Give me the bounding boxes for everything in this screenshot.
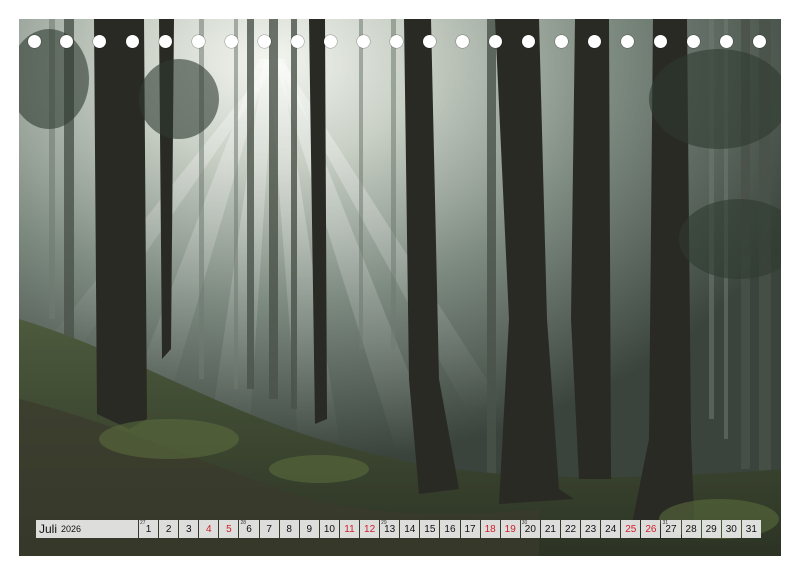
binding-hole xyxy=(455,35,469,48)
calendar-day: 29 13 xyxy=(380,520,400,538)
week-number: 28 xyxy=(240,520,247,526)
binding-hole xyxy=(93,35,107,48)
calendar-day: 14 xyxy=(400,520,420,538)
calendar-day: 4 xyxy=(199,520,219,538)
binding-hole xyxy=(60,35,74,48)
day-number: 12 xyxy=(364,523,376,535)
week-number: 27 xyxy=(140,520,146,526)
calendar-day: 29 xyxy=(701,520,721,538)
day-number: 16 xyxy=(444,523,456,535)
day-number: 5 xyxy=(226,523,232,535)
month-name: Juli xyxy=(39,522,58,536)
calendar-day: 22 xyxy=(560,520,581,538)
calendar-day: 28 6 xyxy=(239,520,259,538)
binding-hole xyxy=(620,35,634,48)
day-number: 29 xyxy=(705,523,717,535)
day-number: 11 xyxy=(344,523,355,535)
day-number: 31 xyxy=(745,523,757,535)
calendar-day: 15 xyxy=(420,520,440,538)
day-number: 6 xyxy=(246,523,252,535)
forest-photo xyxy=(19,19,781,556)
day-number: 23 xyxy=(585,523,597,535)
day-number: 30 xyxy=(725,523,737,535)
day-number: 28 xyxy=(685,523,697,535)
calendar-day: 7 xyxy=(259,520,279,538)
calendar-day: 9 xyxy=(299,520,319,538)
calendar-day: 23 xyxy=(581,520,601,538)
calendar-day: 24 xyxy=(601,520,621,538)
day-number: 26 xyxy=(645,523,657,535)
binding-hole xyxy=(159,35,173,48)
day-number: 25 xyxy=(625,523,637,535)
binding-hole xyxy=(686,35,700,48)
forest-illustration xyxy=(19,19,781,556)
binding-hole xyxy=(27,35,41,48)
day-number: 15 xyxy=(424,523,436,535)
calendar-day: 18 xyxy=(480,520,500,538)
day-number: 1 xyxy=(145,523,152,535)
week-number: 29 xyxy=(381,520,387,526)
binding-hole xyxy=(422,35,436,48)
calendar-day: 21 xyxy=(540,520,560,538)
calendar-day: 16 xyxy=(440,520,460,538)
binding-hole xyxy=(324,35,338,48)
calendar-day: 3 xyxy=(179,520,199,538)
day-number: 7 xyxy=(266,523,272,535)
week-number: 30 xyxy=(521,520,528,526)
day-number: 9 xyxy=(306,523,313,535)
day-number: 3 xyxy=(185,523,192,535)
day-number: 17 xyxy=(464,523,476,535)
day-number: 8 xyxy=(286,523,292,535)
day-number: 21 xyxy=(544,523,556,535)
day-number: 14 xyxy=(404,523,416,535)
calendar-strip: Juli 2026 27 1 2 3 4 5 28 6 7 8 9 10 11 12 29 13 14 15 16 1… xyxy=(36,520,763,538)
month-label: Juli 2026 xyxy=(36,520,138,538)
binding-hole xyxy=(357,35,371,48)
binding-hole xyxy=(719,35,733,48)
day-number: 22 xyxy=(564,523,577,535)
day-number: 10 xyxy=(323,523,335,535)
calendar-day: 12 xyxy=(360,520,380,538)
calendar-day: 31 xyxy=(741,520,761,538)
calendar-day: 8 xyxy=(279,520,299,538)
calendar-day: 31 27 xyxy=(661,520,681,538)
calendar-day: 30 20 xyxy=(520,520,540,538)
calendar-day: 19 xyxy=(500,520,520,538)
binding-hole xyxy=(126,35,140,48)
binding-hole xyxy=(192,35,206,48)
binding-hole xyxy=(488,35,502,48)
day-number: 19 xyxy=(504,523,516,535)
binding-hole xyxy=(521,35,535,48)
binding-hole xyxy=(225,35,239,48)
day-number: 24 xyxy=(605,523,617,535)
binding-hole xyxy=(653,35,667,48)
calendar-day: 10 xyxy=(319,520,339,538)
calendar-day: 17 xyxy=(460,520,480,538)
year-label: 2026 xyxy=(61,524,82,534)
day-number: 2 xyxy=(165,523,172,535)
binding-hole xyxy=(291,35,305,48)
binding-hole xyxy=(752,35,766,48)
calendar-day: 2 xyxy=(159,520,179,538)
binding-holes xyxy=(0,35,800,49)
binding-hole xyxy=(258,35,272,48)
calendar-day: 28 xyxy=(681,520,701,538)
day-number: 18 xyxy=(484,523,496,535)
week-number: 31 xyxy=(662,520,668,526)
calendar-page: Juli 2026 27 1 2 3 4 5 28 6 7 8 9 10 11 12 29 13 14 15 16 1… xyxy=(0,0,800,575)
calendar-day: 5 xyxy=(219,520,239,538)
calendar-day: 25 xyxy=(621,520,641,538)
binding-hole xyxy=(390,35,403,48)
calendar-day: 11 xyxy=(339,520,360,538)
binding-hole xyxy=(587,35,601,48)
day-number: 4 xyxy=(206,523,212,535)
calendar-day: 27 1 xyxy=(139,520,159,538)
binding-hole xyxy=(554,35,568,48)
calendar-day: 30 xyxy=(721,520,741,538)
calendar-day: 26 xyxy=(641,520,661,538)
